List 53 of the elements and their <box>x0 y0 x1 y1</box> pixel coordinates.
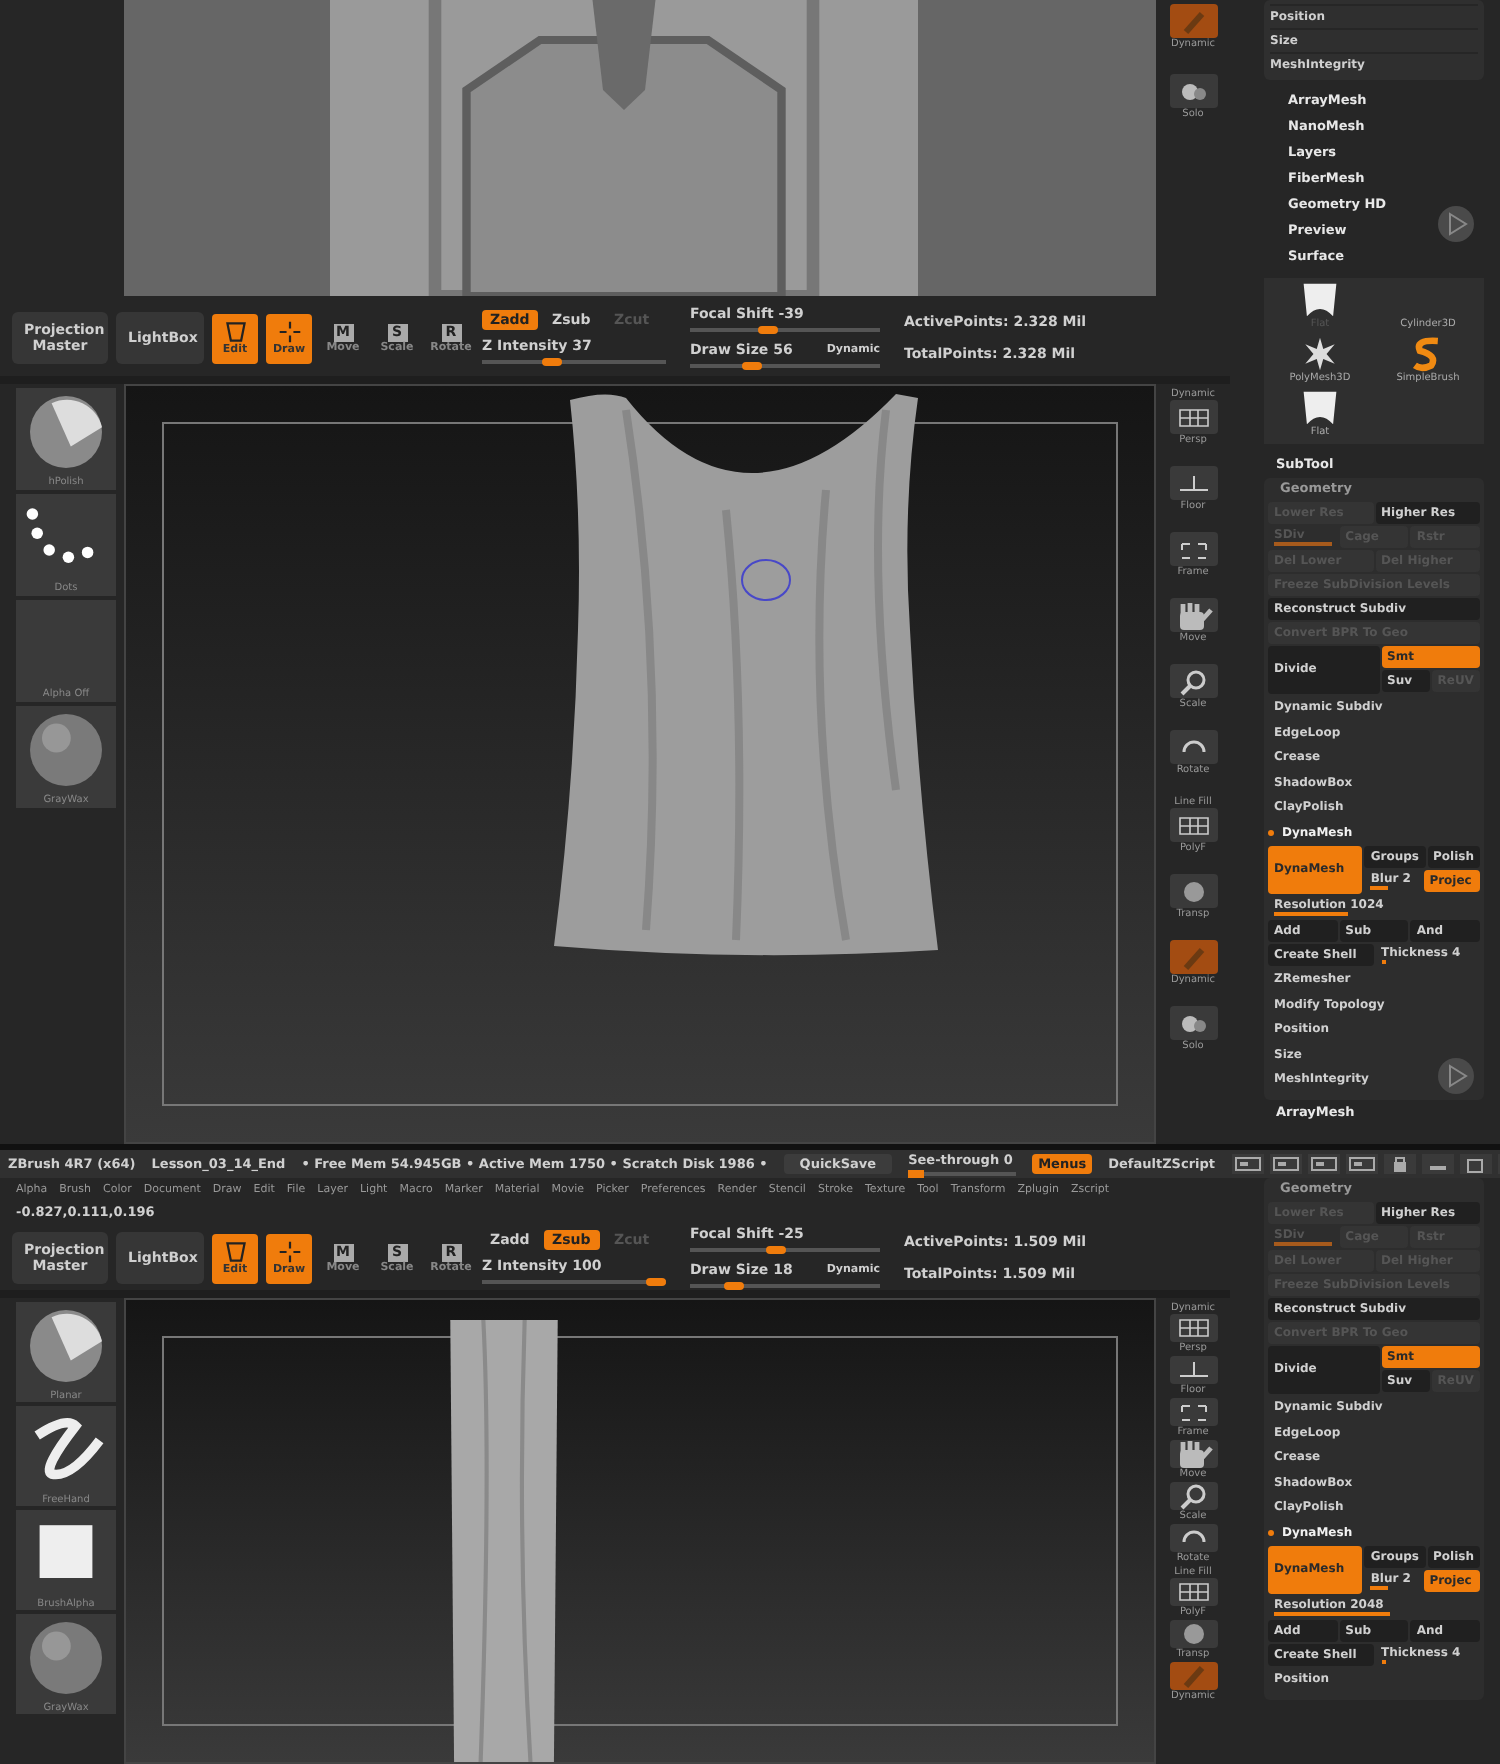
shelf-button[interactable] <box>1169 400 1217 434</box>
slider-thumb[interactable] <box>908 1169 925 1177</box>
shelf-button[interactable] <box>1169 1440 1217 1468</box>
shelf-button[interactable] <box>1169 74 1217 108</box>
canvas[interactable] <box>124 384 1156 1144</box>
shelf-button[interactable] <box>1169 1356 1217 1384</box>
slider-track[interactable] <box>908 1169 1017 1177</box>
shelf-button[interactable] <box>1169 532 1217 566</box>
layout-icon[interactable] <box>1231 1154 1264 1174</box>
shelf-button[interactable] <box>1169 1524 1217 1552</box>
shelf-button[interactable] <box>1169 874 1217 908</box>
slider-thumb[interactable] <box>646 1278 666 1286</box>
slider-thumb[interactable] <box>542 358 563 366</box>
crosshair-icon <box>275 320 303 344</box>
edit-icon <box>221 320 249 344</box>
lock-icon[interactable] <box>1383 1154 1416 1174</box>
grid-icon <box>1173 1314 1213 1342</box>
shelf-button[interactable] <box>1169 664 1217 698</box>
shelf-button[interactable] <box>1169 1398 1217 1426</box>
grid-icon <box>1173 1578 1213 1606</box>
canvas[interactable] <box>124 1298 1156 1764</box>
shelf-button[interactable] <box>1169 466 1217 500</box>
restore-icon[interactable] <box>1459 1154 1492 1174</box>
shelf-button[interactable] <box>1169 1620 1217 1648</box>
shelf-button[interactable] <box>1169 1006 1217 1040</box>
crosshair-icon <box>275 1240 303 1264</box>
bullet-icon <box>1268 1529 1274 1536</box>
bullet-icon <box>1268 829 1274 836</box>
shelf-button[interactable] <box>1169 1314 1217 1342</box>
edit-icon <box>221 1240 249 1264</box>
slider-track[interactable] <box>690 1282 880 1290</box>
slider-track[interactable] <box>690 1246 880 1254</box>
shelf-button[interactable] <box>1169 808 1217 842</box>
slider-thumb[interactable] <box>724 1282 744 1290</box>
layout-icon[interactable] <box>1345 1154 1378 1174</box>
slider-track[interactable] <box>690 326 880 334</box>
slider-track[interactable] <box>482 1278 666 1286</box>
slider-track[interactable] <box>690 362 880 370</box>
layout-icon[interactable] <box>1307 1154 1340 1174</box>
slider-track[interactable] <box>482 358 666 366</box>
grid-icon <box>1173 403 1213 431</box>
slider-thumb[interactable] <box>766 1246 787 1254</box>
shelf-button[interactable] <box>1169 1482 1217 1510</box>
shelf-button[interactable] <box>1169 598 1217 632</box>
shelf-button[interactable] <box>1169 1578 1217 1606</box>
shelf-button[interactable] <box>1169 730 1217 764</box>
play-icon[interactable] <box>1436 1055 1476 1095</box>
play-icon[interactable] <box>1436 204 1476 244</box>
layout-icon[interactable] <box>1269 1154 1302 1174</box>
grid-icon <box>1173 811 1213 839</box>
slider-thumb[interactable] <box>741 362 761 370</box>
slider-thumb[interactable] <box>758 326 778 334</box>
minimize-icon[interactable] <box>1421 1154 1454 1174</box>
